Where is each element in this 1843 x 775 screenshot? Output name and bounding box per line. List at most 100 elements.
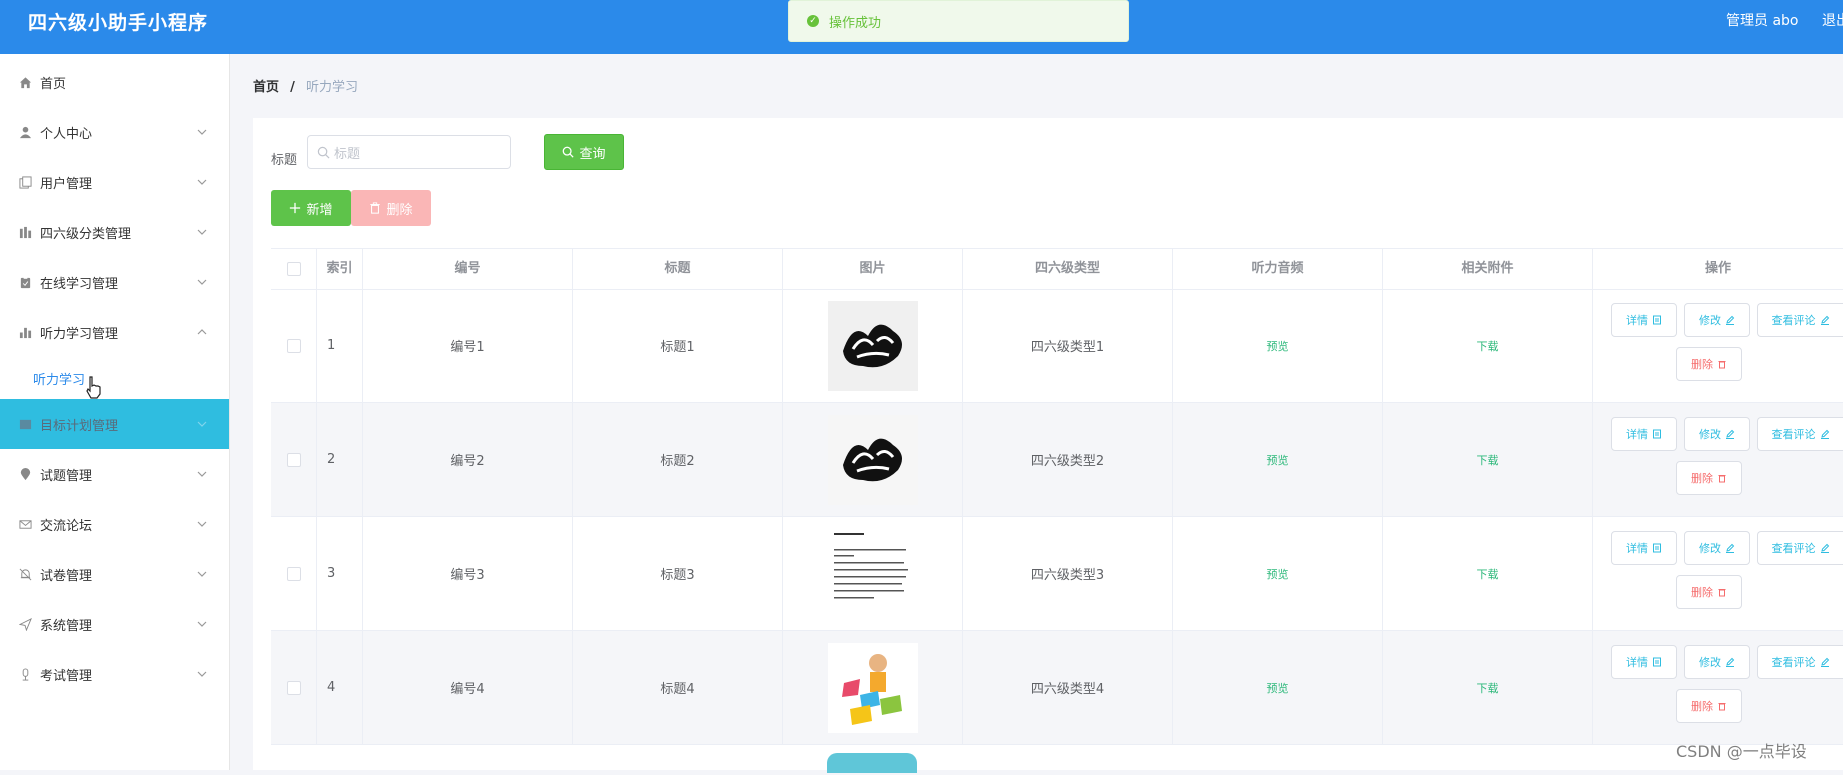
sidebar-item-system-management[interactable]: 系统管理 <box>0 599 229 649</box>
delete-button[interactable]: 删除 <box>1676 575 1742 609</box>
sidebar-item-goal-plan[interactable]: 目标计划管理 <box>0 399 229 449</box>
view-comments-button[interactable]: 查看评论 <box>1757 645 1843 679</box>
sidebar-item-label: 听力学习管理 <box>40 326 119 342</box>
sidebar-item-exam-management[interactable]: 考试管理 <box>0 649 229 699</box>
row-checkbox[interactable] <box>286 566 301 581</box>
cell-image <box>783 631 963 744</box>
search-icon <box>317 146 330 158</box>
edit-icon <box>1726 315 1735 325</box>
edit-icon <box>1820 315 1829 325</box>
table-header: 索引 编号 标题 图片 四六级类型 听力音频 相关附件 操作 <box>271 248 1843 290</box>
row-select-cell <box>271 289 317 402</box>
check-circle-icon: ✓ <box>807 15 819 27</box>
detail-button[interactable]: 详情 <box>1611 645 1677 679</box>
sidebar-item-home[interactable]: 首页 <box>0 57 229 107</box>
sidebar-item-forum[interactable]: 交流论坛 <box>0 499 229 549</box>
edit-label: 修改 <box>1699 542 1721 555</box>
edit-icon <box>1820 429 1829 439</box>
edit-button[interactable]: 修改 <box>1684 645 1750 679</box>
sidebar-item-category-management[interactable]: 四六级分类管理 <box>0 207 229 257</box>
query-button-label: 查询 <box>579 146 606 162</box>
header-image: 图片 <box>783 249 963 289</box>
mic-icon <box>18 667 32 681</box>
toast-message: 操作成功 <box>829 15 882 31</box>
review-label: 查看评论 <box>1771 656 1816 669</box>
batch-delete-button[interactable]: 删除 <box>351 190 431 226</box>
logout-button[interactable]: 退出 <box>1822 10 1843 30</box>
search-placeholder: 标题 <box>334 146 361 162</box>
breadcrumb-current: 听力学习 <box>306 80 359 95</box>
attachment-download-link[interactable]: 下载 <box>1477 452 1499 468</box>
chevron-down-icon <box>197 571 207 577</box>
delete-button[interactable]: 删除 <box>1676 689 1742 723</box>
search-label: 标题 <box>271 153 298 168</box>
stay-original-thumbnail[interactable] <box>827 414 918 505</box>
audio-preview-link[interactable]: 预览 <box>1267 680 1289 696</box>
delete-label: 删除 <box>1691 586 1713 599</box>
row-checkbox[interactable] <box>286 680 301 695</box>
audio-preview-link[interactable]: 预览 <box>1267 338 1289 354</box>
table-row: 3 编号3 标题3 四六级类型3 预览 下载 详情 修改 查看评论 删除 <box>271 517 1843 631</box>
edit-icon <box>1820 543 1829 553</box>
edit-button[interactable]: 修改 <box>1684 303 1750 337</box>
audio-preview-cell: 预览 <box>1173 517 1383 630</box>
home-icon <box>18 75 32 89</box>
bar-chart-icon <box>18 325 32 339</box>
view-comments-button[interactable]: 查看评论 <box>1757 303 1843 337</box>
sidebar-item-personal-center[interactable]: 个人中心 <box>0 107 229 157</box>
table-row: 2 编号2 标题2 四六级类型2 预览 下载 详情 修改 查看评论 删除 <box>271 403 1843 517</box>
header-attachment: 相关附件 <box>1383 249 1593 289</box>
happy-english-thumbnail[interactable] <box>827 642 918 733</box>
chevron-down-icon <box>197 279 207 285</box>
edit-button[interactable]: 修改 <box>1684 531 1750 565</box>
sidebar-item-label: 个人中心 <box>40 126 93 142</box>
row-checkbox[interactable] <box>286 338 301 353</box>
delete-button[interactable]: 删除 <box>1676 347 1742 381</box>
header-actions: 操作 <box>1704 261 1731 276</box>
sidebar-item-label: 首页 <box>40 76 67 92</box>
cell-image <box>783 517 963 630</box>
stay-original-thumbnail[interactable] <box>827 300 918 391</box>
cell-code: 编号4 <box>363 631 573 744</box>
submenu-item-listening[interactable]: 听力学习 <box>0 357 229 399</box>
cell-title: 标题1 <box>573 289 783 402</box>
breadcrumb-home[interactable]: 首页 <box>253 80 279 95</box>
edit-label: 修改 <box>1699 314 1721 327</box>
edit-button[interactable]: 修改 <box>1684 417 1750 451</box>
detail-button[interactable]: 详情 <box>1611 303 1677 337</box>
detail-button[interactable]: 详情 <box>1611 531 1677 565</box>
attachment-cell: 下载 <box>1383 517 1593 630</box>
success-toast: ✓ 操作成功 <box>788 0 1129 42</box>
sidebar-item-label: 目标计划管理 <box>40 418 119 434</box>
cell-image <box>783 289 963 402</box>
view-comments-button[interactable]: 查看评论 <box>1757 531 1843 565</box>
attachment-download-link[interactable]: 下载 <box>1477 338 1499 354</box>
audio-preview-link[interactable]: 预览 <box>1267 566 1289 582</box>
watermark: CSDN @一点毕设 <box>1676 742 1807 761</box>
sidebar-item-online-learning[interactable]: 在线学习管理 <box>0 257 229 307</box>
sidebar-item-paper-management[interactable]: 试卷管理 <box>0 549 229 599</box>
delete-button[interactable]: 删除 <box>1676 461 1742 495</box>
sidebar-item-listening-management[interactable]: 听力学习管理 <box>0 307 229 357</box>
attachment-download-link[interactable]: 下载 <box>1477 566 1499 582</box>
delete-label: 删除 <box>1691 358 1713 371</box>
select-all-checkbox[interactable] <box>286 262 301 276</box>
view-comments-button[interactable]: 查看评论 <box>1757 417 1843 451</box>
cell-index: 3 <box>317 517 363 630</box>
chevron-down-icon <box>197 471 207 477</box>
sidebar-item-user-management[interactable]: 用户管理 <box>0 157 229 207</box>
attachment-download-link[interactable]: 下载 <box>1477 680 1499 696</box>
sidebar-item-label: 系统管理 <box>40 618 93 634</box>
detail-button[interactable]: 详情 <box>1611 417 1677 451</box>
copy-icon <box>18 175 32 189</box>
audio-preview-link[interactable]: 预览 <box>1267 452 1289 468</box>
cell-code: 编号3 <box>363 517 573 630</box>
sidebar-item-question-management[interactable]: 试题管理 <box>0 449 229 499</box>
text-document-thumbnail[interactable] <box>827 528 918 619</box>
title-search-input[interactable]: 标题 <box>307 135 511 169</box>
query-button[interactable]: 查询 <box>544 134 624 170</box>
add-button[interactable]: 新增 <box>271 190 351 226</box>
row-checkbox[interactable] <box>286 452 301 467</box>
mail-icon <box>18 517 32 531</box>
edit-icon <box>1726 543 1735 553</box>
